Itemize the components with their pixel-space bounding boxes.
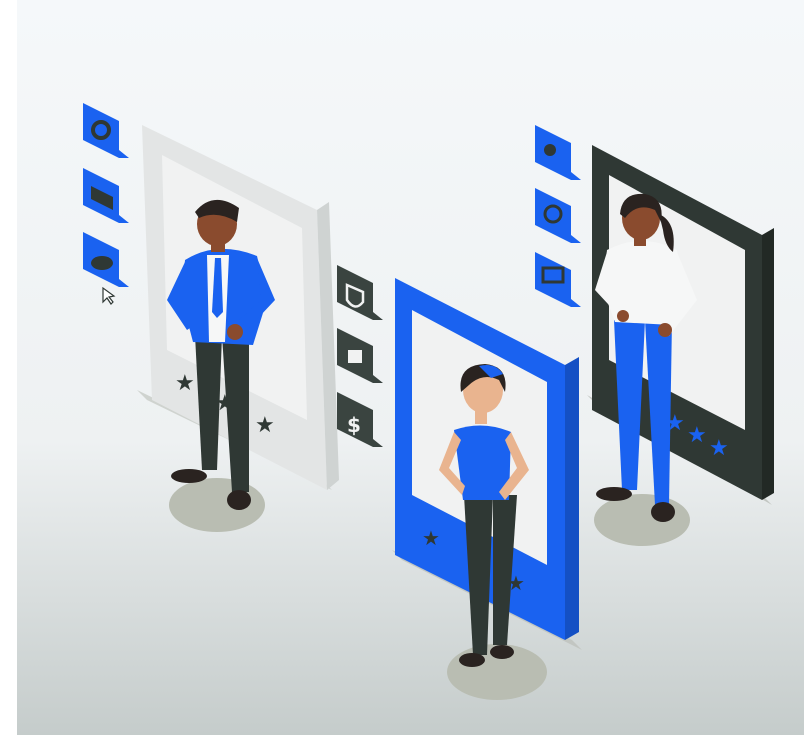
right-woman-shadow: [594, 494, 690, 546]
illustration-stage: ★ ★ ★ ★ ★ ★ ★ ★ $: [0, 0, 807, 735]
center-card-side: [565, 357, 579, 640]
profile-cards-illustration: ★ ★ ★ ★ ★ ★ ★ ★ $: [17, 0, 804, 735]
star-icon: ★: [422, 526, 440, 550]
dollar-icon: $: [347, 413, 361, 437]
star-icon: ★: [175, 371, 195, 396]
users-icon: [544, 144, 556, 156]
right-card-side: [762, 228, 774, 500]
man-shadow: [169, 478, 265, 532]
lock-icon: [348, 350, 362, 363]
star-icon: ★: [709, 436, 729, 461]
star-icon: ★: [687, 423, 707, 448]
cloud-icon: [91, 256, 113, 270]
star-icon: ★: [255, 413, 275, 438]
